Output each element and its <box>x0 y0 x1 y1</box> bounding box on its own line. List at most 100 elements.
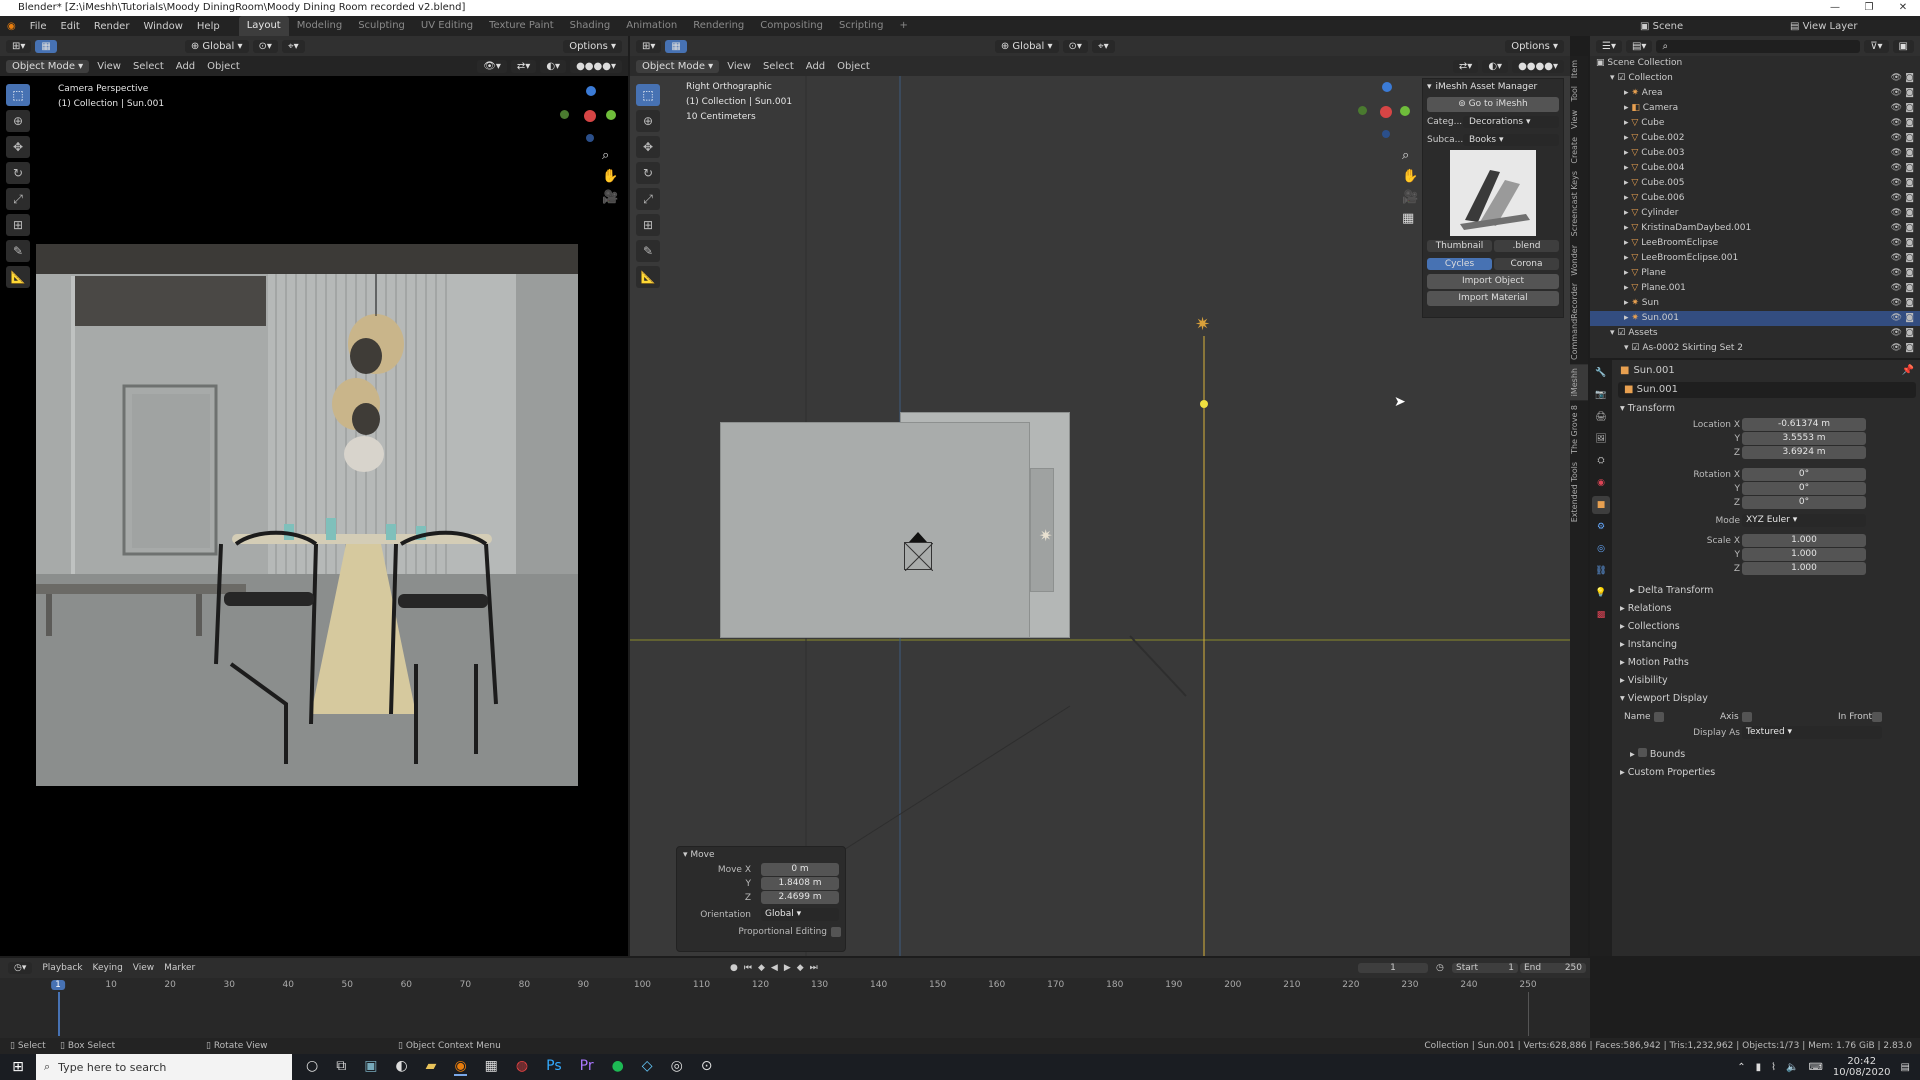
camera-view-icon[interactable]: 🎥 <box>602 190 618 205</box>
right-shading-icon[interactable]: ●●●●▾ <box>1512 59 1564 73</box>
outliner-display-mode-icon[interactable]: ▤▾ <box>1625 39 1653 53</box>
side-tab-commandrecorder[interactable]: CommandRecorder <box>1570 279 1588 364</box>
render-visibility-icon[interactable]: ◙ <box>1905 281 1914 296</box>
right-menu-add[interactable]: Add <box>802 61 829 72</box>
current-frame-field[interactable]: 1 <box>1358 963 1428 973</box>
category-dropdown[interactable]: Decorations ▾ <box>1463 116 1559 128</box>
menu-edit[interactable]: Edit <box>53 21 86 32</box>
right-scale-tool-icon[interactable]: ⤢ <box>636 188 660 210</box>
left-menu-select[interactable]: Select <box>129 61 168 72</box>
right-measure-tool-icon[interactable]: 📐 <box>636 266 660 288</box>
right-gizmo-neg-y-icon[interactable] <box>1358 106 1367 115</box>
restore-icon[interactable]: ❐ <box>1852 0 1886 16</box>
workspace-tab-rendering[interactable]: Rendering <box>685 16 752 36</box>
side-tab-item[interactable]: Item <box>1570 56 1588 82</box>
minimize-icon[interactable]: — <box>1818 0 1852 16</box>
blender-logo-icon[interactable]: ◉ <box>0 21 23 32</box>
render-visibility-icon[interactable]: ◙ <box>1905 131 1914 146</box>
bounds-checkbox[interactable] <box>1637 748 1647 757</box>
render-visibility-icon[interactable]: ◙ <box>1905 161 1914 176</box>
battery-icon[interactable]: ▮ <box>1756 1062 1762 1073</box>
app-3-icon[interactable]: ◇ <box>642 1058 653 1076</box>
network-icon[interactable]: ⌇ <box>1771 1062 1776 1073</box>
import-material-button[interactable]: Import Material <box>1427 291 1559 306</box>
preview-range-icon[interactable]: ◷ <box>1436 963 1444 973</box>
transform-tool-icon[interactable]: ⊞ <box>6 214 30 236</box>
photoshop-icon[interactable]: Ps <box>546 1058 562 1076</box>
jump-end-icon[interactable]: ⏭ <box>810 963 818 973</box>
visibility-eye-icon[interactable]: 👁 <box>1891 176 1902 191</box>
visibility-header[interactable]: ▸ Visibility <box>1614 672 1920 690</box>
render-visibility-icon[interactable]: ◙ <box>1905 191 1914 206</box>
timeline-menu-playback[interactable]: Playback <box>42 963 82 973</box>
right-options-dropdown[interactable]: Options ▾ <box>1505 39 1564 53</box>
outliner-item[interactable]: ▸ ▽ Cube.003 👁 ◙ <box>1590 146 1920 161</box>
outliner-item[interactable]: ▸ ▽ Cube.004 👁 ◙ <box>1590 161 1920 176</box>
location-y-field[interactable]: 3.5553 m <box>1742 432 1866 445</box>
in-front-checkbox[interactable] <box>1872 712 1882 722</box>
app-1-icon[interactable]: ▣ <box>364 1058 377 1076</box>
render-visibility-icon[interactable]: ◙ <box>1905 101 1914 116</box>
right-pivot-icon[interactable]: ⊙▾ <box>1062 39 1088 53</box>
right-editor-type-icon[interactable]: ⊞▾ <box>636 39 662 53</box>
outliner-item[interactable]: ▾ ☑ Collection 👁 ◙ <box>1590 71 1920 86</box>
app-4-icon[interactable]: ◎ <box>671 1058 683 1076</box>
tray-chevron-icon[interactable]: ⌃ <box>1737 1062 1745 1073</box>
visibility-eye-icon[interactable]: 👁 <box>1891 236 1902 251</box>
outliner-search-input[interactable]: ⌕ <box>1656 39 1861 53</box>
left-shading-icon[interactable]: ●●●●▾ <box>570 59 622 73</box>
show-axis-checkbox[interactable] <box>1742 712 1752 722</box>
render-visibility-icon[interactable]: ◙ <box>1905 176 1914 191</box>
render-tab-icon[interactable]: 📷 <box>1592 386 1610 404</box>
visibility-eye-icon[interactable]: 👁 <box>1891 101 1902 116</box>
pin-icon[interactable]: 📌 <box>1902 365 1914 376</box>
modifier-tab-icon[interactable]: ⚙ <box>1592 518 1610 536</box>
proportional-checkbox[interactable] <box>831 927 841 937</box>
render-visibility-icon[interactable]: ◙ <box>1905 236 1914 251</box>
outliner-item[interactable]: ▸ ✷ Area 👁 ◙ <box>1590 86 1920 101</box>
menu-help[interactable]: Help <box>190 21 227 32</box>
move-panel-header[interactable]: ▾ Move <box>677 847 845 863</box>
outliner-item[interactable]: ▸ ▽ Cube.002 👁 ◙ <box>1590 131 1920 146</box>
scene-selector[interactable]: ▣ Scene <box>1640 21 1683 32</box>
outliner-item[interactable]: ▸ ◧ Camera 👁 ◙ <box>1590 101 1920 116</box>
chrome-icon[interactable]: ◍ <box>516 1058 528 1076</box>
viewport-display-header[interactable]: ▾ Viewport Display <box>1614 690 1920 708</box>
app-5-icon[interactable]: ⊙ <box>701 1058 713 1076</box>
timeline-menu-marker[interactable]: Marker <box>164 963 195 973</box>
view-layer-selector[interactable]: ▤ View Layer <box>1790 21 1857 32</box>
right-menu-object[interactable]: Object <box>833 61 874 72</box>
gizmo-neg-y-icon[interactable] <box>560 110 569 119</box>
left-options-dropdown[interactable]: Options ▾ <box>563 39 622 53</box>
volume-icon[interactable]: 🔈 <box>1786 1062 1798 1073</box>
location-x-field[interactable]: -0.61374 m <box>1742 418 1866 431</box>
view-layer-tab-icon[interactable]: 🖼 <box>1592 430 1610 448</box>
right-select-mode-icon[interactable]: ▦ <box>665 39 687 53</box>
rotation-mode-dropdown[interactable]: XYZ Euler ▾ <box>1742 514 1866 527</box>
visibility-eye-icon[interactable]: 👁 <box>1891 206 1902 221</box>
outliner-filter-icon[interactable]: ⊽▾ <box>1864 39 1889 53</box>
measure-tool-icon[interactable]: 📐 <box>6 266 30 288</box>
gizmo-neg-z-icon[interactable] <box>586 134 594 142</box>
outliner-item[interactable]: ▸ ▽ Cube.005 👁 ◙ <box>1590 176 1920 191</box>
visibility-eye-icon[interactable]: 👁 <box>1891 131 1902 146</box>
workspace-tab-uv-editing[interactable]: UV Editing <box>413 16 481 36</box>
workspace-tab-animation[interactable]: Animation <box>618 16 685 36</box>
workspace-tab-texture-paint[interactable]: Texture Paint <box>481 16 562 36</box>
side-tab-create[interactable]: Create <box>1570 133 1588 168</box>
cursor-tool-icon[interactable]: ⊕ <box>6 110 30 132</box>
outliner-item[interactable]: ▾ ☑ As-0002 Skirting Set 2 👁 ◙ <box>1590 341 1920 356</box>
right-gizmo-y-icon[interactable] <box>1400 106 1410 116</box>
workspace-tab-compositing[interactable]: Compositing <box>752 16 831 36</box>
visibility-eye-icon[interactable]: 👁 <box>1891 251 1902 266</box>
outliner-item[interactable]: ▸ ▽ Plane.001 👁 ◙ <box>1590 281 1920 296</box>
right-gizmo-z-icon[interactable] <box>1382 82 1392 92</box>
sun-light-icon[interactable]: ✷ <box>1195 314 1210 335</box>
right-gizmo-x-icon[interactable] <box>1380 106 1392 118</box>
right-camera-view-icon[interactable]: 🎥 <box>1402 190 1418 205</box>
spotify-icon[interactable]: ● <box>612 1058 624 1076</box>
right-rotate-tool-icon[interactable]: ↻ <box>636 162 660 184</box>
import-object-button[interactable]: Import Object <box>1427 274 1559 289</box>
side-tab-screencast[interactable]: Screencast Keys <box>1570 167 1588 240</box>
render-visibility-icon[interactable]: ◙ <box>1905 116 1914 131</box>
